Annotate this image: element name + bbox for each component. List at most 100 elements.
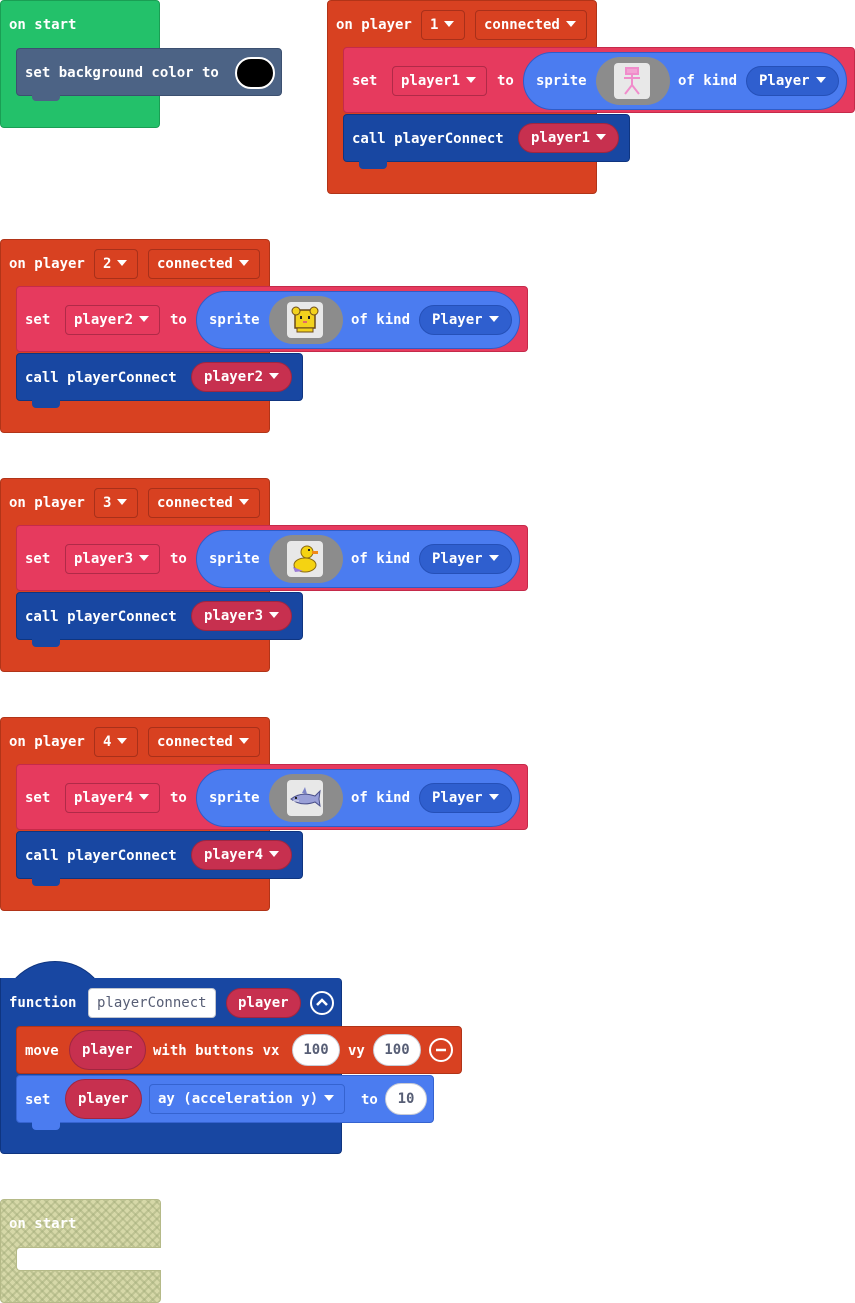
sprite-of-kind-block[interactable]: sprite of kind Player bbox=[196, 769, 520, 827]
chevron-down-icon bbox=[139, 794, 150, 800]
chevron-down-icon bbox=[488, 316, 499, 322]
to-label: to bbox=[170, 312, 187, 328]
set-label: set bbox=[25, 1092, 51, 1108]
chevron-down-icon bbox=[466, 77, 477, 83]
chevron-down-icon bbox=[117, 260, 128, 266]
on-start-label: on start bbox=[9, 17, 77, 33]
set-label: set bbox=[25, 551, 51, 567]
argument-dropdown[interactable]: player2 bbox=[191, 362, 293, 392]
call-function-block[interactable]: call playerConnect player3 bbox=[16, 592, 303, 640]
call-label: call playerConnect bbox=[25, 609, 177, 625]
on-player-label: on player bbox=[336, 17, 412, 33]
variable-dropdown[interactable]: player4 bbox=[65, 783, 161, 813]
parameter-pill[interactable]: player bbox=[226, 988, 301, 1018]
call-function-block[interactable]: call playerConnect player2 bbox=[16, 353, 303, 401]
event-dropdown[interactable]: connected bbox=[475, 10, 587, 40]
chevron-down-icon bbox=[269, 612, 280, 618]
variable-dropdown[interactable]: player3 bbox=[65, 544, 161, 574]
to-label: to bbox=[170, 551, 187, 567]
set-sprite-block[interactable]: set player1 to sprite of kind Player bbox=[343, 47, 855, 113]
chevron-down-icon bbox=[238, 738, 249, 744]
chevron-down-icon bbox=[238, 260, 249, 266]
on-start-label: on start bbox=[9, 1216, 77, 1232]
move-with-buttons-block[interactable]: move player with buttons vx 100 vy 100 bbox=[16, 1026, 462, 1074]
event-dropdown[interactable]: connected bbox=[148, 727, 260, 757]
vy-input[interactable]: 100 bbox=[373, 1034, 421, 1066]
variable-dropdown[interactable]: player1 bbox=[392, 66, 488, 96]
call-label: call playerConnect bbox=[25, 370, 177, 386]
set-background-color-label: set background color to bbox=[25, 65, 219, 81]
function-name-field[interactable]: playerConnect bbox=[88, 988, 216, 1018]
chevron-down-icon bbox=[238, 499, 249, 505]
kind-dropdown[interactable]: Player bbox=[419, 305, 512, 335]
chevron-down-icon bbox=[565, 21, 576, 27]
chevron-down-icon bbox=[139, 555, 150, 561]
yellow-duck-icon bbox=[287, 541, 323, 577]
call-function-block[interactable]: call playerConnect player1 bbox=[343, 114, 630, 162]
argument-dropdown[interactable]: player4 bbox=[191, 840, 293, 870]
to-label: to bbox=[497, 73, 514, 89]
chevron-down-icon bbox=[269, 373, 280, 379]
sprite-of-kind-block[interactable]: sprite of kind Player bbox=[523, 52, 847, 110]
of-kind-label: of kind bbox=[351, 312, 411, 328]
call-label: call playerConnect bbox=[352, 131, 504, 147]
remove-minus-icon[interactable] bbox=[429, 1038, 453, 1062]
event-dropdown[interactable]: connected bbox=[148, 249, 260, 279]
player-number-dropdown[interactable]: 1 bbox=[421, 10, 466, 40]
player-number-dropdown[interactable]: 3 bbox=[94, 488, 139, 518]
on-player-label: on player bbox=[9, 734, 85, 750]
set-sprite-block[interactable]: set player4 to sprite of kind Player bbox=[16, 764, 528, 830]
sprite-label: sprite bbox=[209, 790, 260, 806]
with-buttons-label: with buttons vx bbox=[153, 1043, 280, 1059]
kind-dropdown[interactable]: Player bbox=[746, 66, 839, 96]
shark-icon bbox=[287, 780, 323, 816]
sprite-label: sprite bbox=[209, 312, 260, 328]
property-dropdown[interactable]: ay (acceleration y) bbox=[149, 1084, 346, 1114]
set-label: set bbox=[352, 73, 378, 89]
call-label: call playerConnect bbox=[25, 848, 177, 864]
set-background-color-block[interactable]: set background color to bbox=[16, 48, 282, 96]
sprite-image-picker[interactable] bbox=[269, 774, 343, 822]
collapse-up-icon[interactable] bbox=[310, 991, 334, 1015]
to-value-input[interactable]: 10 bbox=[385, 1083, 427, 1115]
chevron-down-icon bbox=[117, 499, 128, 505]
vx-input[interactable]: 100 bbox=[292, 1034, 340, 1066]
kind-dropdown[interactable]: Player bbox=[419, 783, 512, 813]
sprite-image-picker[interactable] bbox=[269, 535, 343, 583]
chevron-down-icon bbox=[269, 851, 280, 857]
color-swatch[interactable] bbox=[235, 57, 275, 89]
player-number-dropdown[interactable]: 2 bbox=[94, 249, 139, 279]
yellow-hamster-icon bbox=[287, 302, 323, 338]
chevron-down-icon bbox=[488, 794, 499, 800]
function-label: function bbox=[9, 995, 77, 1011]
move-variable-pill[interactable]: player bbox=[69, 1030, 146, 1070]
player-number-dropdown[interactable]: 4 bbox=[94, 727, 139, 757]
to-label: to bbox=[170, 790, 187, 806]
chevron-down-icon bbox=[117, 738, 128, 744]
move-label: move bbox=[25, 1043, 59, 1059]
empty-statement-slot bbox=[16, 1247, 161, 1271]
variable-dropdown[interactable]: player2 bbox=[65, 305, 161, 335]
argument-dropdown[interactable]: player1 bbox=[518, 123, 620, 153]
set-variable-pill[interactable]: player bbox=[65, 1079, 142, 1119]
call-function-block[interactable]: call playerConnect player4 bbox=[16, 831, 303, 879]
chevron-down-icon bbox=[444, 21, 455, 27]
chevron-down-icon bbox=[596, 134, 607, 140]
event-dropdown[interactable]: connected bbox=[148, 488, 260, 518]
of-kind-label: of kind bbox=[351, 790, 411, 806]
on-player-label: on player bbox=[9, 495, 85, 511]
sprite-image-picker[interactable] bbox=[596, 57, 670, 105]
kind-dropdown[interactable]: Player bbox=[419, 544, 512, 574]
sprite-image-picker[interactable] bbox=[269, 296, 343, 344]
of-kind-label: of kind bbox=[351, 551, 411, 567]
argument-dropdown[interactable]: player3 bbox=[191, 601, 293, 631]
set-property-block[interactable]: set player ay (acceleration y) to 10 bbox=[16, 1075, 434, 1123]
set-sprite-block[interactable]: set player3 to sprite of kind Player bbox=[16, 525, 528, 591]
set-label: set bbox=[25, 312, 51, 328]
sprite-label: sprite bbox=[536, 73, 587, 89]
pink-stick-figure-icon bbox=[614, 63, 650, 99]
sprite-of-kind-block[interactable]: sprite of kind Player bbox=[196, 530, 520, 588]
set-sprite-block[interactable]: set player2 to sprite of kind Player bbox=[16, 286, 528, 352]
sprite-of-kind-block[interactable]: sprite of kind Player bbox=[196, 291, 520, 349]
to-label: to bbox=[361, 1092, 378, 1108]
